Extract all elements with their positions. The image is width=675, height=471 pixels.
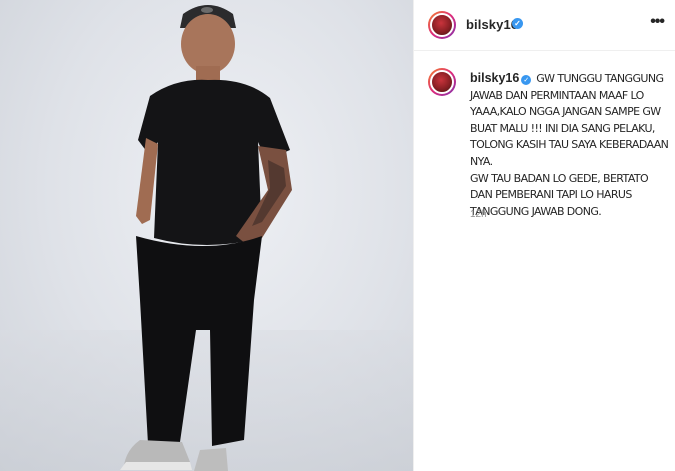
- post-photo[interactable]: [0, 0, 413, 471]
- verified-check-icon: ✓: [521, 75, 532, 85]
- post-header: bilsky16 ✓ •••: [414, 0, 675, 51]
- post-details-panel: bilsky16 ✓ ••• bilsky16 ✓ GW TUNGGU TANGG…: [413, 0, 675, 471]
- post-timestamp[interactable]: 12h: [470, 209, 487, 220]
- caption-username[interactable]: bilsky16: [470, 71, 519, 85]
- more-options-icon[interactable]: •••: [650, 14, 665, 30]
- avatar[interactable]: [428, 68, 456, 96]
- avatar[interactable]: [428, 11, 456, 39]
- post-author-username[interactable]: bilsky16: [466, 17, 518, 32]
- caption-body: GW TUNGGU TANGGUNG JAWAB DAN PERMINTAAN …: [470, 72, 669, 218]
- verified-check-icon: ✓: [512, 18, 523, 29]
- person-photo-illustration: [0, 5, 413, 471]
- caption-text: bilsky16 ✓ GW TUNGGU TANGGUNG JAWAB DAN P…: [470, 70, 670, 220]
